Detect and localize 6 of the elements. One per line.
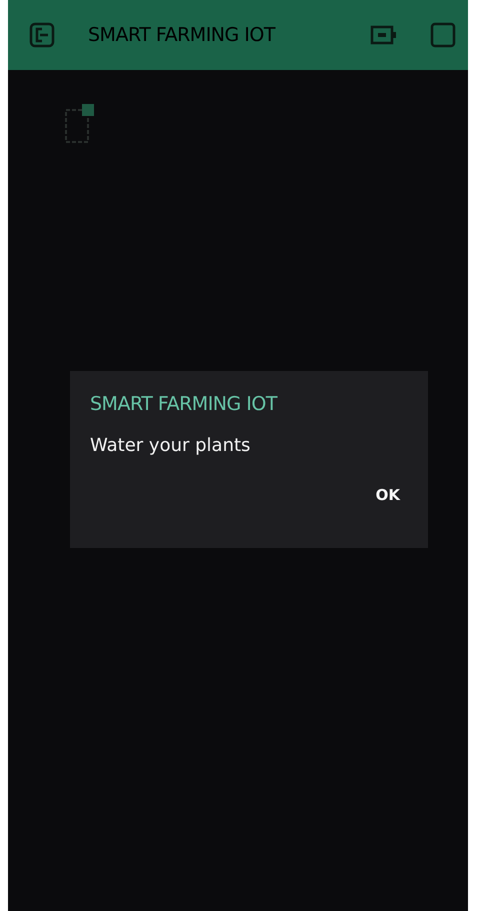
app-title: SMART FARMING IOT: [88, 24, 276, 46]
dialog-title: SMART FARMING IOT: [90, 393, 278, 415]
square-icon[interactable]: [430, 22, 456, 48]
exit-icon[interactable]: [28, 21, 56, 49]
ok-button[interactable]: OK: [366, 482, 410, 508]
dialog-message: Water your plants: [90, 435, 252, 456]
